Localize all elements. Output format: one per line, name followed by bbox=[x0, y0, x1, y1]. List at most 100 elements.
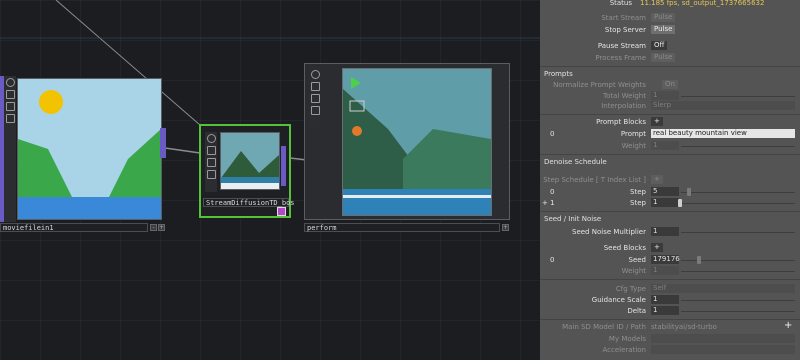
start-stream-label: Start Stream bbox=[601, 14, 646, 22]
stop-server-button[interactable]: Pulse bbox=[651, 25, 676, 34]
normalize-toggle[interactable]: On bbox=[662, 80, 678, 89]
interpolation-menu[interactable]: Slerp bbox=[651, 101, 795, 110]
prompt-weight-slider[interactable] bbox=[681, 146, 795, 147]
perform-label[interactable]: perform bbox=[304, 223, 500, 232]
delta-label: Delta bbox=[627, 307, 646, 315]
step-schedule-label: Step Schedule [ T Index List ] bbox=[543, 176, 646, 184]
seed-noise-multiplier-row: Seed Noise Multiplier 1 bbox=[540, 227, 800, 237]
node-minimize-button[interactable]: - bbox=[150, 224, 157, 231]
seed-field[interactable]: 179176 bbox=[651, 255, 680, 264]
seed-blocks-add-button[interactable]: + bbox=[651, 243, 663, 252]
moviefilein-label[interactable]: moviefilein1 bbox=[0, 223, 148, 232]
step-schedule-add-button[interactable]: + bbox=[651, 175, 663, 184]
pause-stream-toggle[interactable]: Off bbox=[651, 41, 668, 50]
step1-slider-knob[interactable] bbox=[687, 188, 691, 196]
step2-field[interactable]: 1 bbox=[651, 198, 679, 207]
acceleration-menu[interactable] bbox=[651, 345, 795, 354]
viewer-icon[interactable] bbox=[206, 134, 216, 143]
node-icon-column bbox=[205, 132, 217, 192]
cfg-type-row: Cfg Type Self bbox=[540, 284, 800, 294]
model-id-value[interactable]: stabilityai/sd-turbo bbox=[651, 322, 717, 332]
acceleration-label: Acceleration bbox=[602, 346, 647, 354]
prompt-field[interactable]: real beauty mountain view bbox=[651, 129, 795, 138]
seed-noise-section-title: Seed / Init Noise bbox=[544, 215, 602, 223]
guidance-scale-field[interactable]: 1 bbox=[651, 295, 679, 304]
bypass-icon[interactable] bbox=[206, 158, 216, 167]
step1-row: 0 Step 5 bbox=[540, 187, 800, 197]
seed-weight-field[interactable]: 1 bbox=[651, 266, 679, 275]
prompt-weight-field[interactable]: 1 bbox=[651, 141, 679, 150]
seed-weight-row: Weight 1 bbox=[540, 266, 800, 276]
prompt-weight-label: Weight bbox=[621, 142, 646, 150]
node-expand-button[interactable]: + bbox=[158, 224, 165, 231]
divider bbox=[540, 279, 800, 280]
total-weight-field[interactable]: 1 bbox=[651, 91, 679, 100]
sd-preview-image bbox=[221, 133, 279, 189]
seed-noise-multiplier-slider[interactable] bbox=[681, 232, 795, 233]
my-models-label: My Models bbox=[608, 335, 646, 343]
bypass-icon[interactable] bbox=[5, 102, 15, 111]
start-stream-button[interactable]: Pulse bbox=[651, 13, 676, 22]
guidance-scale-slider[interactable] bbox=[681, 300, 795, 301]
network-editor[interactable]: moviefilein1 - + StreamDiffusionTD_bos p… bbox=[0, 0, 540, 360]
perform-node[interactable] bbox=[304, 63, 510, 220]
add-param-icon[interactable]: + bbox=[784, 321, 792, 331]
my-models-row: My Models bbox=[540, 334, 800, 344]
prompt-weight-row: Weight 1 bbox=[540, 141, 800, 151]
delta-slider[interactable] bbox=[681, 311, 795, 312]
process-frame-row: Process Frame Pulse bbox=[540, 53, 800, 63]
clone-icon[interactable] bbox=[206, 170, 216, 179]
moviefilein-node[interactable] bbox=[0, 76, 166, 222]
bypass-icon[interactable] bbox=[310, 94, 320, 103]
interpolation-row: Interpolation Slerp bbox=[540, 101, 800, 111]
seed-slider-knob[interactable] bbox=[697, 256, 701, 264]
acceleration-row: Acceleration bbox=[540, 345, 800, 355]
pin-icon[interactable] bbox=[206, 146, 216, 155]
stop-server-label: Stop Server bbox=[604, 26, 646, 34]
status-value: 11.185 fps, sd_output_1737665632 bbox=[640, 0, 765, 7]
step2-slider[interactable] bbox=[681, 203, 795, 204]
step-schedule-row: Step Schedule [ T Index List ] + bbox=[540, 175, 800, 185]
seed-noise-multiplier-label: Seed Noise Multiplier bbox=[572, 228, 646, 236]
clone-icon[interactable] bbox=[5, 114, 15, 123]
wire-movie-to-sd bbox=[164, 147, 201, 154]
seed-weight-label: Weight bbox=[621, 267, 646, 275]
stop-server-row: Stop Server Pulse bbox=[540, 25, 800, 35]
seed-weight-slider[interactable] bbox=[681, 271, 795, 272]
divider bbox=[540, 319, 800, 320]
step1-label: Step bbox=[630, 188, 646, 196]
movie-preview bbox=[17, 78, 162, 220]
figure-icon[interactable] bbox=[352, 126, 362, 136]
prompt-blocks-row: Prompt Blocks + bbox=[540, 117, 800, 127]
process-frame-button[interactable]: Pulse bbox=[651, 53, 676, 62]
normalize-row: Normalize Prompt Weights On bbox=[540, 80, 800, 90]
node-icon-column bbox=[309, 68, 321, 128]
perform-preview-image bbox=[343, 69, 491, 215]
my-models-menu[interactable] bbox=[651, 334, 795, 343]
delta-field[interactable]: 1 bbox=[651, 306, 679, 315]
divider bbox=[540, 211, 800, 212]
cfg-type-menu[interactable]: Self bbox=[651, 284, 795, 293]
prompt-blocks-add-button[interactable]: + bbox=[651, 117, 663, 126]
seed-noise-multiplier-field[interactable]: 1 bbox=[651, 227, 679, 236]
total-weight-slider[interactable] bbox=[681, 96, 795, 97]
viewer-icon[interactable] bbox=[310, 70, 320, 79]
step2-row: + 1 Step 1 bbox=[540, 198, 800, 208]
step1-field[interactable]: 5 bbox=[651, 187, 679, 196]
step1-slider[interactable] bbox=[681, 192, 795, 193]
viewer-icon[interactable] bbox=[5, 78, 15, 87]
seed-blocks-row: Seed Blocks + bbox=[540, 243, 800, 253]
custom-comp-badge-icon[interactable] bbox=[277, 207, 286, 216]
pin-icon[interactable] bbox=[5, 90, 15, 99]
streamdiffusion-label[interactable]: StreamDiffusionTD_bos bbox=[203, 198, 295, 207]
divider bbox=[540, 66, 800, 67]
clone-icon[interactable] bbox=[310, 106, 320, 115]
normalize-label: Normalize Prompt Weights bbox=[553, 81, 646, 89]
pin-icon[interactable] bbox=[310, 82, 320, 91]
sd-preview bbox=[220, 132, 280, 190]
step2-label: Step bbox=[630, 199, 646, 207]
pause-stream-row: Pause Stream Off bbox=[540, 41, 800, 51]
seed-blocks-label: Seed Blocks bbox=[603, 244, 646, 252]
step2-slider-knob[interactable] bbox=[678, 199, 682, 207]
node-expand-button[interactable]: + bbox=[502, 224, 509, 231]
